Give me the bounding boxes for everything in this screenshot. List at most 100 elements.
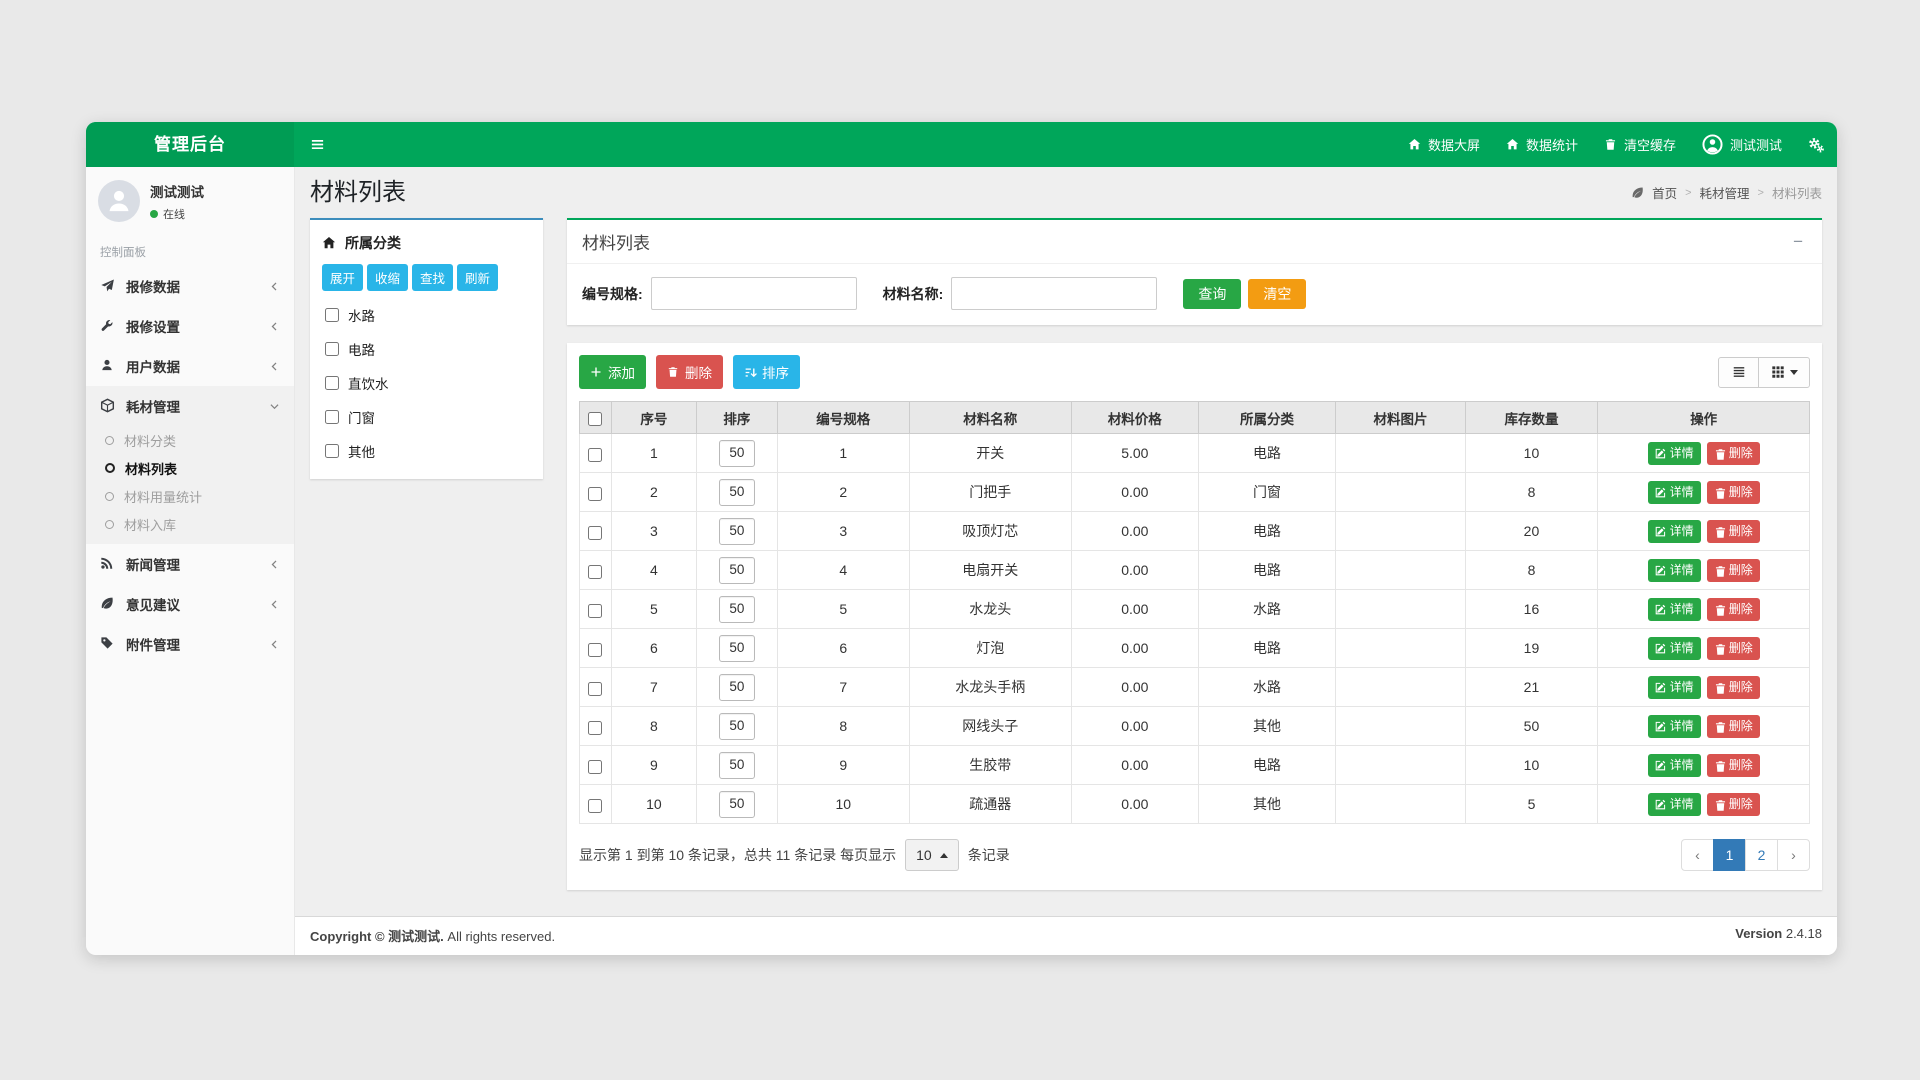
- category-find-button[interactable]: 查找: [412, 264, 453, 291]
- delete-row-button[interactable]: 删除: [1707, 520, 1760, 542]
- delete-row-button[interactable]: 删除: [1707, 598, 1760, 620]
- detail-button[interactable]: 详情: [1648, 754, 1701, 776]
- tag-icon: [100, 636, 116, 652]
- delete-row-button[interactable]: 删除: [1707, 442, 1760, 464]
- category-checkbox-door-window[interactable]: [325, 410, 339, 424]
- detail-button[interactable]: 详情: [1648, 793, 1701, 815]
- delete-row-button[interactable]: 删除: [1707, 637, 1760, 659]
- top-nav-data-screen[interactable]: 数据大屏: [1395, 122, 1493, 167]
- delete-button[interactable]: 删除: [656, 355, 723, 389]
- sort-order-input[interactable]: 50: [719, 674, 755, 701]
- sort-button[interactable]: 排序: [733, 355, 800, 389]
- category-refresh-button[interactable]: 刷新: [457, 264, 498, 291]
- brand-logo[interactable]: 管理后台: [86, 122, 294, 167]
- delete-row-button[interactable]: 删除: [1707, 793, 1760, 815]
- top-nav-data-stats[interactable]: 数据统计: [1493, 122, 1591, 167]
- sidebar-toggle-button[interactable]: [294, 122, 341, 167]
- category-checkbox-drinking-water[interactable]: [325, 376, 339, 390]
- page-button-1[interactable]: 1: [1713, 839, 1746, 871]
- table-row: 7507水龙头手柄0.00水路21详情删除: [580, 668, 1810, 707]
- category-checkbox-water[interactable]: [325, 308, 339, 322]
- top-nav-settings[interactable]: [1795, 122, 1837, 167]
- sidebar-item-feedback[interactable]: 意见建议: [86, 584, 294, 624]
- delete-row-button[interactable]: 删除: [1707, 715, 1760, 737]
- detail-button[interactable]: 详情: [1648, 442, 1701, 464]
- delete-row-button[interactable]: 删除: [1707, 481, 1760, 503]
- sidebar-item-repair-settings[interactable]: 报修设置: [86, 306, 294, 346]
- category-checkbox-other[interactable]: [325, 444, 339, 458]
- top-nav-clear-cache[interactable]: 清空缓存: [1591, 122, 1689, 167]
- row-checkbox[interactable]: [588, 643, 602, 657]
- page-button-2[interactable]: 2: [1745, 839, 1778, 871]
- category-checkbox-electric[interactable]: [325, 342, 339, 356]
- delete-row-button[interactable]: 删除: [1707, 559, 1760, 581]
- prev-page-button[interactable]: ‹: [1681, 839, 1714, 871]
- delete-row-button[interactable]: 删除: [1707, 676, 1760, 698]
- row-checkbox[interactable]: [588, 760, 602, 774]
- material-name-input[interactable]: [951, 277, 1157, 310]
- category-expand-button[interactable]: 展开: [322, 264, 363, 291]
- spec-input[interactable]: [651, 277, 857, 310]
- breadcrumb-home[interactable]: 首页: [1652, 183, 1677, 202]
- sidebar-subitem-material-list[interactable]: 材料列表: [86, 454, 294, 482]
- sidebar-subitem-material-category[interactable]: 材料分类: [86, 426, 294, 454]
- detail-button[interactable]: 详情: [1648, 520, 1701, 542]
- cell-spec: 4: [778, 551, 910, 590]
- row-checkbox[interactable]: [588, 448, 602, 462]
- sort-order-input[interactable]: 50: [719, 791, 755, 818]
- sort-order-input[interactable]: 50: [719, 440, 755, 467]
- cell-image: [1336, 668, 1465, 707]
- detail-button[interactable]: 详情: [1648, 598, 1701, 620]
- detail-button[interactable]: 详情: [1648, 715, 1701, 737]
- category-collapse-button[interactable]: 收缩: [367, 264, 408, 291]
- trash-icon: [1714, 760, 1725, 771]
- sidebar-item-user-data[interactable]: 用户数据: [86, 346, 294, 386]
- user-circle-icon: [1702, 134, 1723, 155]
- breadcrumb-consumables[interactable]: 耗材管理: [1700, 183, 1750, 202]
- page-size-dropdown[interactable]: 10: [905, 839, 959, 871]
- top-nav-profile[interactable]: 测试测试: [1689, 122, 1795, 167]
- add-button[interactable]: 添加: [579, 355, 646, 389]
- sort-order-input[interactable]: 50: [719, 518, 755, 545]
- collapse-panel-button[interactable]: −: [1789, 231, 1807, 252]
- delete-row-button[interactable]: 删除: [1707, 754, 1760, 776]
- sort-order-input[interactable]: 50: [719, 713, 755, 740]
- row-checkbox[interactable]: [588, 604, 602, 618]
- list-view-button[interactable]: [1718, 357, 1759, 388]
- sort-order-input[interactable]: 50: [719, 596, 755, 623]
- sort-order-input[interactable]: 50: [719, 752, 755, 779]
- sidebar-group-user-data: 用户数据: [86, 346, 294, 386]
- sidebar-item-news[interactable]: 新闻管理: [86, 544, 294, 584]
- sort-order-input[interactable]: 50: [719, 557, 755, 584]
- detail-button[interactable]: 详情: [1648, 481, 1701, 503]
- detail-button[interactable]: 详情: [1648, 559, 1701, 581]
- sort-order-input[interactable]: 50: [719, 635, 755, 662]
- sidebar-item-attachments[interactable]: 附件管理: [86, 624, 294, 664]
- search-button[interactable]: 查询: [1183, 279, 1241, 309]
- chevron-left-icon: [269, 559, 280, 570]
- grid-view-button[interactable]: [1758, 357, 1810, 388]
- cell-category: 水路: [1198, 590, 1336, 629]
- cell-price: 0.00: [1071, 707, 1198, 746]
- trash-icon: [1714, 799, 1725, 810]
- row-checkbox[interactable]: [588, 487, 602, 501]
- sort-order-input[interactable]: 50: [719, 479, 755, 506]
- detail-button[interactable]: 详情: [1648, 637, 1701, 659]
- row-checkbox[interactable]: [588, 721, 602, 735]
- caret-down-icon: [1790, 370, 1798, 375]
- sidebar-item-repair-data[interactable]: 报修数据: [86, 266, 294, 306]
- detail-button[interactable]: 详情: [1648, 676, 1701, 698]
- cube-icon: [100, 398, 116, 414]
- clear-button[interactable]: 清空: [1248, 279, 1306, 309]
- row-checkbox[interactable]: [588, 565, 602, 579]
- row-checkbox[interactable]: [588, 526, 602, 540]
- sidebar-subitem-material-inbound[interactable]: 材料入库: [86, 510, 294, 538]
- sidebar-subitem-material-usage-stats[interactable]: 材料用量统计: [86, 482, 294, 510]
- select-all-checkbox[interactable]: [588, 412, 602, 426]
- row-checkbox[interactable]: [588, 682, 602, 696]
- next-page-button[interactable]: ›: [1777, 839, 1810, 871]
- pencil-square-icon: [1655, 799, 1666, 810]
- row-checkbox[interactable]: [588, 799, 602, 813]
- sidebar-item-consumables[interactable]: 耗材管理: [86, 386, 294, 426]
- cell-spec: 9: [778, 746, 910, 785]
